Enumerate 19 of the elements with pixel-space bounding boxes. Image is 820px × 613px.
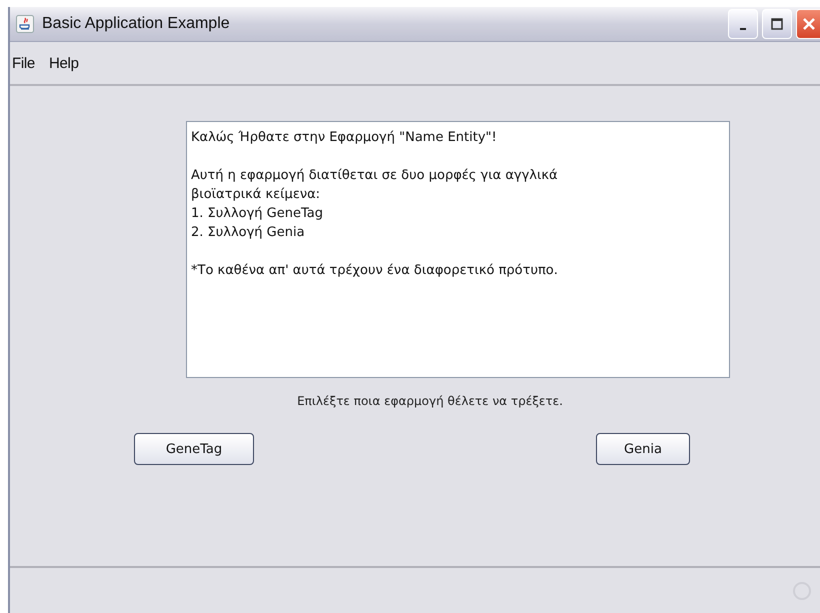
text-line: βιοϊατρικά κείμενα: bbox=[191, 186, 322, 204]
maximize-button[interactable] bbox=[762, 9, 792, 39]
maximize-icon bbox=[771, 18, 783, 30]
text-line: *Το καθένα απ' αυτά τρέχουν ένα διαφορετικό πρότυπο. bbox=[191, 262, 559, 280]
choice-button[interactable]: GeneTag bbox=[134, 433, 254, 465]
close-icon bbox=[802, 17, 816, 31]
text-line: 1. Συλλογή GeneTag bbox=[191, 205, 324, 223]
choice-button[interactable]: Genia bbox=[596, 433, 690, 465]
minimize-icon bbox=[740, 28, 746, 30]
text-line: Αυτή η εφαρμογή διατίθεται σε δυο μορφές για αγγλικά bbox=[191, 167, 559, 185]
close-button[interactable] bbox=[796, 9, 820, 39]
window-title: Basic Application Example bbox=[42, 15, 230, 33]
menu-item[interactable]: Help bbox=[48, 54, 79, 72]
text-line: Καλώς Ήρθατε στην Εφαρμογή "Name Entity"! bbox=[191, 129, 498, 147]
text-line: 2. Συλλογή Genia bbox=[191, 224, 306, 242]
text-area[interactable] bbox=[186, 121, 730, 378]
prompt-label: Επιλέξτε ποια εφαρμογή θέλετε να τρέξετε. bbox=[297, 394, 563, 408]
app-icon bbox=[16, 15, 34, 33]
menu-item[interactable]: File bbox=[12, 54, 35, 72]
